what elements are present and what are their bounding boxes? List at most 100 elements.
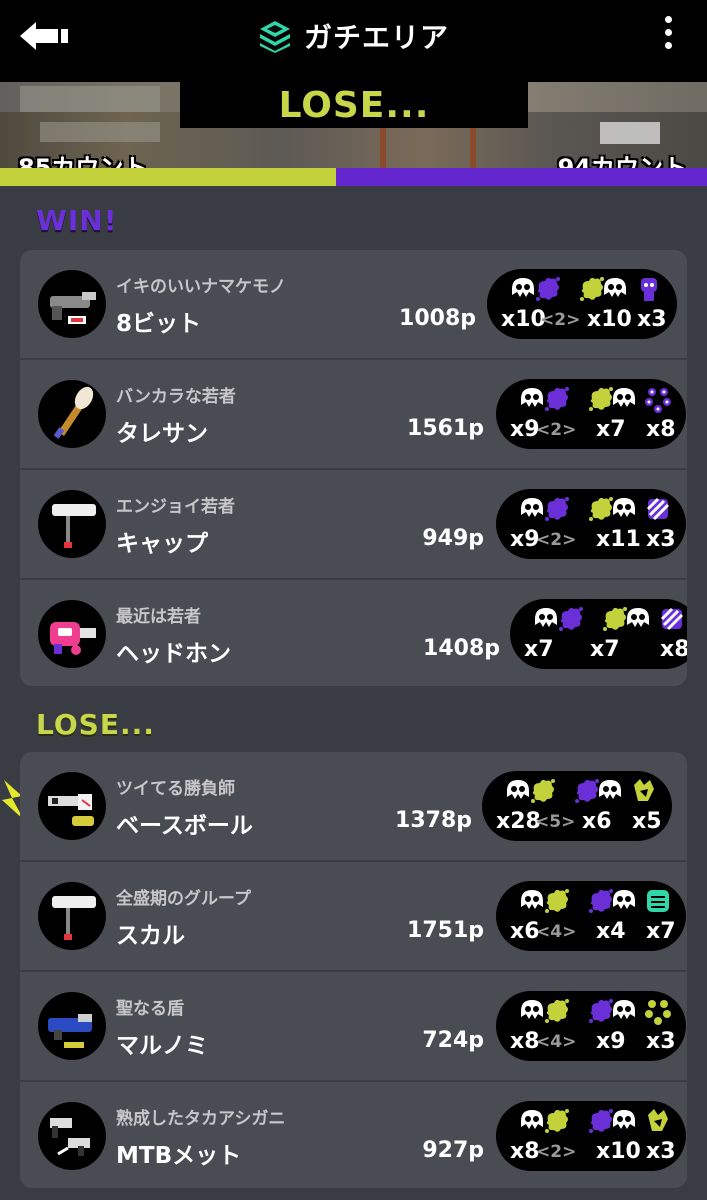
result-banner: LOSE... 85カウント 94カウント — [0, 82, 707, 168]
page-title: ガチエリア — [303, 21, 449, 54]
assists-count: <5> — [535, 812, 576, 832]
stats-pill: x8 <4> x9 x3 — [496, 991, 686, 1061]
player-row[interactable]: 最近は若者 ヘッドホン 1408p x7 x7 x8 — [20, 580, 687, 686]
deaths-count: x7 — [590, 637, 620, 662]
player-title: バンカラな若者 — [116, 387, 236, 407]
squid-kill-icon — [627, 608, 649, 627]
brush-icon — [38, 380, 106, 448]
stat-numbers: x28 <5> x6 x5 — [482, 809, 672, 835]
result-text: LOSE... — [278, 84, 430, 126]
player-row[interactable]: エンジョイ若者 キャップ 949p x9 <2> x11 x3 — [20, 470, 687, 580]
player-title: ツイてる勝負師 — [116, 779, 235, 799]
player-title: 熟成したタカアシガニ — [116, 1109, 286, 1129]
score-bar-left — [0, 168, 336, 186]
special-weapon-icon — [645, 1000, 671, 1025]
player-row[interactable]: 熟成したタカアシガニ MTBメット 927p x8 <2> x10 x3 — [20, 1082, 687, 1188]
roller-icon — [38, 490, 106, 558]
stage-pillar — [470, 122, 476, 168]
player-row[interactable]: バンカラな若者 タレサン 1561p x9 <2> x7 x8 — [20, 360, 687, 470]
special-weapon-icon — [647, 890, 669, 912]
specials-count: x3 — [646, 527, 676, 552]
stat-numbers: x8 <4> x9 x3 — [496, 1029, 686, 1055]
header-title-group: ガチエリア — [0, 14, 707, 58]
specials-count: x7 — [646, 919, 676, 944]
squid-kill-icon — [521, 1000, 543, 1019]
special-weapon-icon — [660, 607, 684, 631]
player-name: MTBメット — [116, 1143, 242, 1169]
stat-numbers: x7 x7 x8 — [510, 637, 687, 663]
squid-kill-icon — [599, 780, 621, 799]
ink-splat-icon — [545, 1109, 569, 1133]
shooter-icon — [38, 992, 106, 1060]
assists-count: <4> — [536, 1032, 577, 1052]
player-points: 1751p — [407, 918, 484, 943]
player-title: 全盛期のグループ — [116, 889, 251, 909]
deaths-count: x6 — [582, 809, 612, 834]
lose-team-panel: ツイてる勝負師 ベースボール 1378p x28 <5> x6 x5 全盛期のグ… — [20, 752, 687, 1188]
squid-kill-icon — [521, 1110, 543, 1129]
player-row[interactable]: ツイてる勝負師 ベースボール 1378p x28 <5> x6 x5 — [20, 752, 687, 862]
squid-kill-icon — [535, 608, 557, 627]
player-title: 最近は若者 — [116, 607, 201, 627]
player-points: 927p — [422, 1138, 484, 1163]
stat-icons — [496, 887, 686, 915]
specials-count: x8 — [660, 637, 687, 662]
stats-pill: x9 <2> x7 x8 — [496, 379, 686, 449]
specials-count: x3 — [646, 1029, 676, 1054]
stats-pill: x7 x7 x8 — [510, 599, 687, 669]
player-name: 8ビット — [116, 311, 202, 337]
specials-count: x8 — [646, 417, 676, 442]
squid-kill-icon — [613, 1000, 635, 1019]
player-points: 1378p — [395, 808, 472, 833]
top-bar: ガチエリア — [0, 0, 707, 82]
player-points: 1408p — [423, 636, 500, 661]
special-weapon-icon — [646, 497, 670, 521]
kills-count: x7 — [524, 637, 554, 662]
more-menu-icon[interactable] — [665, 16, 673, 54]
player-name: ベースボール — [116, 813, 253, 839]
ink-splat-icon — [545, 999, 569, 1023]
squid-kill-icon — [521, 388, 543, 407]
stats-pill: x28 <5> x6 x5 — [482, 771, 672, 841]
charger-icon — [38, 772, 106, 840]
lose-section-label: LOSE... — [36, 708, 155, 741]
stage-sign — [40, 122, 160, 142]
splat-zones-icon — [259, 21, 290, 53]
player-points: 1008p — [399, 306, 476, 331]
player-name: ヘッドホン — [116, 641, 231, 667]
stats-pill: x9 <2> x11 x3 — [496, 489, 686, 559]
squid-kill-icon — [613, 1110, 635, 1129]
ink-splat-icon — [531, 779, 555, 803]
win-section-label: WIN! — [36, 204, 118, 237]
stat-icons — [496, 495, 686, 523]
stage-pillar — [380, 122, 386, 168]
player-points: 1561p — [407, 416, 484, 441]
stats-pill: x8 <2> x10 x3 — [496, 1101, 686, 1171]
player-title: 聖なる盾 — [116, 999, 184, 1019]
player-name: キャップ — [116, 531, 208, 557]
player-row[interactable]: イキのいいナマケモノ 8ビット 1008p x10 <2> x10 x3 — [20, 250, 687, 360]
deaths-count: x4 — [596, 919, 626, 944]
stats-pill: x10 <2> x10 x3 — [487, 269, 677, 339]
squid-kill-icon — [512, 278, 534, 297]
right-team-count: 94カウント — [557, 154, 687, 168]
player-row[interactable]: 聖なる盾 マルノミ 724p x8 <4> x9 x3 — [20, 972, 687, 1082]
ink-splat-icon — [545, 497, 569, 521]
deaths-count: x7 — [596, 417, 626, 442]
specials-count: x3 — [637, 307, 667, 332]
squid-kill-icon — [507, 780, 529, 799]
player-name: マルノミ — [116, 1033, 208, 1059]
assists-count: <2> — [540, 310, 581, 330]
player-row[interactable]: 全盛期のグループ スカル 1751p x6 <4> x4 x7 — [20, 862, 687, 972]
deaths-count: x11 — [596, 527, 641, 552]
squid-kill-icon — [613, 890, 635, 909]
player-title: エンジョイ若者 — [116, 497, 235, 517]
stat-icons — [482, 777, 672, 805]
assists-count: <2> — [536, 1142, 577, 1162]
deaths-count: x9 — [596, 1029, 626, 1054]
stat-numbers: x10 <2> x10 x3 — [487, 307, 677, 333]
splattershot-icon — [38, 270, 106, 338]
deaths-count: x10 — [596, 1139, 641, 1164]
player-points: 949p — [422, 526, 484, 551]
score-bar-right — [335, 168, 707, 186]
